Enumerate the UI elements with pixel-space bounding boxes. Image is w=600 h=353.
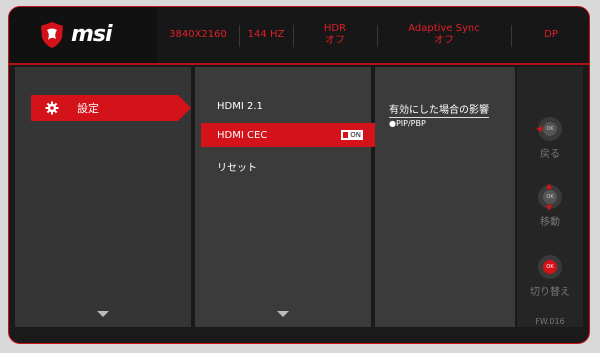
- menu-item-settings[interactable]: 設定: [31, 95, 191, 121]
- joystick-updown-icon: ▲ OK ▼: [538, 182, 562, 212]
- header-divider: [9, 63, 589, 65]
- resolution-display: 3840X2160: [169, 29, 227, 40]
- adaptive-sync-status: Adaptive Sync オフ: [408, 23, 480, 46]
- description-panel: 有効にした場合の影響 ●PIP/PBP: [375, 67, 515, 327]
- nav-back[interactable]: ◀ OK 戻る: [517, 117, 583, 160]
- main-menu-panel: 設定: [15, 67, 191, 327]
- hdr-status: HDR オフ: [323, 23, 347, 46]
- nav-switch[interactable]: OK 切り替え: [517, 255, 583, 298]
- brand-logo: msi: [9, 7, 157, 63]
- submenu-panel: HDMI 2.1 HDMI CEC ON リセット: [195, 67, 375, 327]
- navigation-panel: ◀ OK 戻る ▲ OK ▼ 移動 OK 切り替え: [517, 67, 583, 327]
- dragon-shield-icon: [41, 22, 63, 48]
- gear-icon: [45, 101, 59, 115]
- cec-toggle[interactable]: ON: [341, 130, 363, 140]
- scroll-down-icon[interactable]: [97, 311, 109, 317]
- firmware-version: FW.016: [535, 317, 565, 326]
- osd-menu: msi 3840X2160 144 HZ HDR オフ Adaptive Sync…: [8, 6, 590, 344]
- input-source-display: DP: [544, 29, 558, 40]
- brand-name: msi: [71, 22, 113, 47]
- description-bullet: ●PIP/PBP: [389, 119, 426, 128]
- submenu-item-hdmi21[interactable]: HDMI 2.1: [217, 101, 263, 112]
- status-bar: 3840X2160 144 HZ HDR オフ Adaptive Sync オフ D…: [157, 7, 589, 63]
- submenu-item-label: HDMI CEC: [217, 129, 268, 141]
- submenu-item-hdmi-cec[interactable]: HDMI CEC ON: [201, 123, 375, 147]
- submenu-item-reset[interactable]: リセット: [217, 159, 257, 174]
- refresh-rate-display: 144 HZ: [247, 29, 285, 40]
- nav-move-label: 移動: [540, 217, 560, 228]
- menu-item-label: 設定: [77, 102, 99, 115]
- nav-move[interactable]: ▲ OK ▼ 移動: [517, 182, 583, 228]
- scroll-down-icon[interactable]: [277, 311, 289, 317]
- nav-switch-label: 切り替え: [530, 287, 570, 298]
- nav-back-label: 戻る: [540, 149, 560, 160]
- description-title: 有効にした場合の影響: [389, 101, 489, 118]
- joystick-press-icon: OK: [538, 255, 562, 279]
- joystick-left-icon: ◀ OK: [536, 117, 562, 141]
